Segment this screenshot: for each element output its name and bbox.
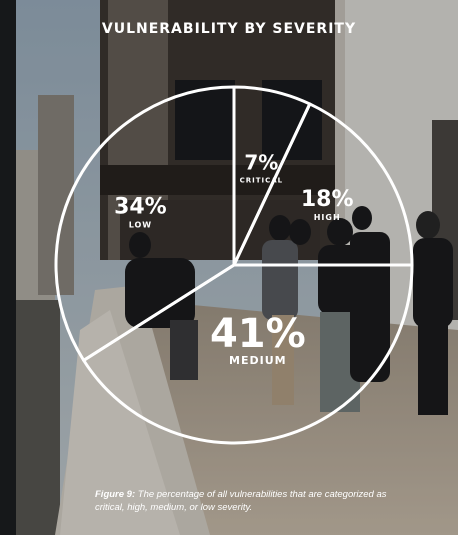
figure-caption: Figure 9: The percentage of all vulnerab… bbox=[95, 488, 415, 514]
slice-label-medium: MEDIUM bbox=[229, 354, 287, 367]
background-photo: 7%CRITICAL18%HIGH41%MEDIUM34%LOW bbox=[0, 0, 458, 535]
slice-percent-critical: 7% bbox=[244, 150, 278, 174]
slice-percent-medium: 41% bbox=[210, 311, 306, 357]
slice-label-high: HIGH bbox=[314, 213, 341, 222]
caption-figure-label: Figure 9: bbox=[95, 489, 136, 500]
caption-text: The percentage of all vulnerabilities th… bbox=[95, 489, 387, 513]
slice-percent-high: 18% bbox=[301, 187, 354, 212]
slice-label-low: LOW bbox=[129, 221, 152, 230]
figure-panel: 7% CRITICAL 18% HIGH 41% MEDIUM 34% LOW VULNERA… bbox=[0, 0, 458, 535]
chart-title: VULNERABILITY BY SEVERITY bbox=[101, 21, 357, 37]
slice-percent-low: 34% bbox=[114, 195, 167, 220]
